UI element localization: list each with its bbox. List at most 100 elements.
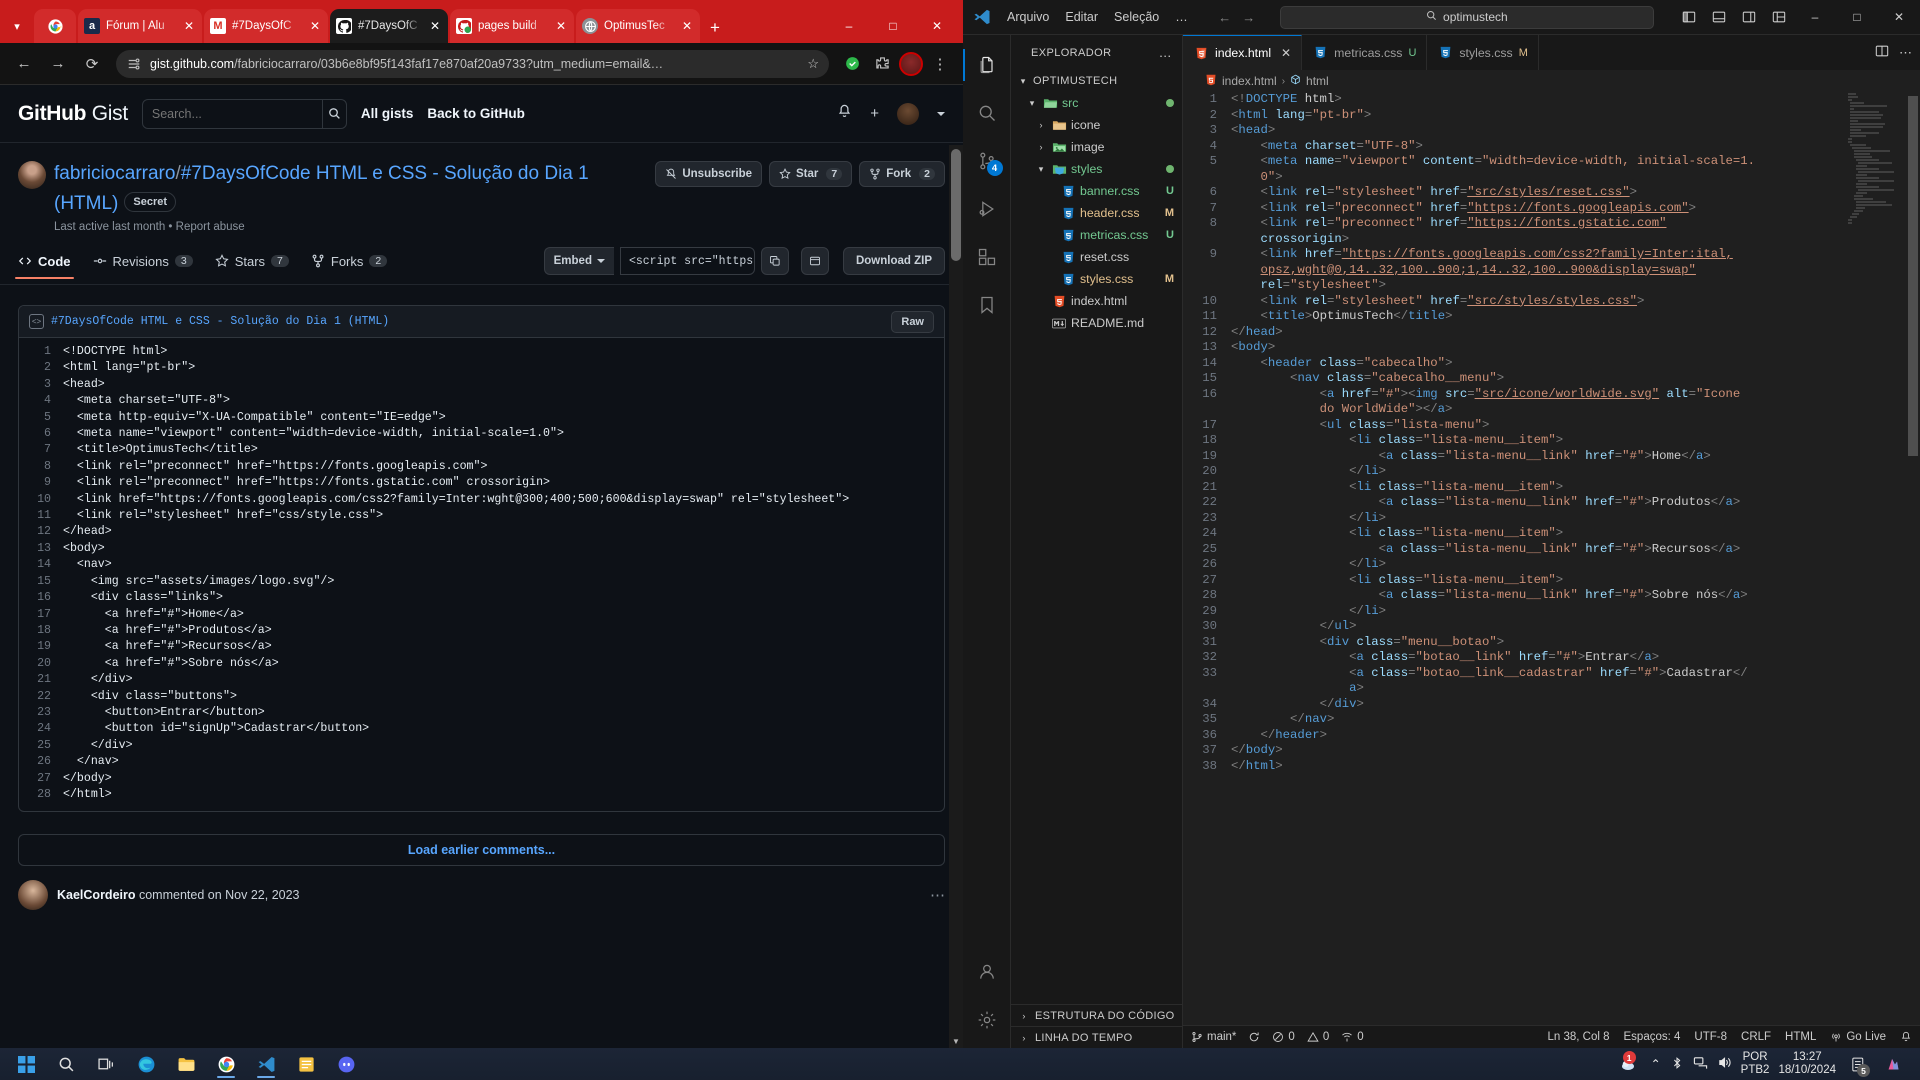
tray-weather-icon[interactable]: 1 <box>1614 1048 1642 1080</box>
page-scrollbar[interactable]: ▲ ▼ <box>949 145 963 1048</box>
customize-layout-icon[interactable] <box>1764 2 1794 32</box>
tree-item-banner-css[interactable]: banner.css U <box>1011 180 1182 202</box>
tree-item-image[interactable]: › image <box>1011 136 1182 158</box>
menu-selecao[interactable]: Seleção <box>1106 7 1167 27</box>
tray-volume-icon[interactable] <box>1717 1055 1732 1073</box>
create-new-icon[interactable]: + <box>870 105 879 122</box>
taskbar-discord-icon[interactable] <box>326 1048 366 1080</box>
extensions-icon[interactable] <box>869 50 895 78</box>
more-actions-icon[interactable]: ⋯ <box>1899 45 1912 61</box>
embed-snippet-field[interactable]: <script src="https://g <box>619 247 755 275</box>
pocket-extension-icon[interactable] <box>839 50 865 78</box>
tree-item-styles[interactable]: ▾ styles <box>1011 158 1182 180</box>
browser-tab-3[interactable]: pages build ✕ <box>450 9 574 43</box>
breadcrumb-file[interactable]: index.html <box>1222 74 1277 88</box>
menu-more[interactable]: … <box>1167 7 1196 27</box>
chevron-down-icon[interactable] <box>937 111 945 116</box>
gist-file-name[interactable]: #7DaysOfCode HTML e CSS - Solução do Dia… <box>51 315 389 328</box>
panel-left-icon[interactable] <box>1674 2 1704 32</box>
tray-clock[interactable]: 13:27 18/10/2024 <box>1778 1051 1836 1077</box>
chrome-menu-icon[interactable]: ⋮ <box>927 50 953 78</box>
tab-stars[interactable]: Stars 7 <box>215 254 289 278</box>
tree-item-src[interactable]: ▾ src <box>1011 92 1182 114</box>
panel-right-icon[interactable] <box>1734 2 1764 32</box>
gist-owner-link[interactable]: fabriciocarraro <box>54 163 175 184</box>
split-editor-icon[interactable] <box>1875 44 1889 61</box>
gist-logo[interactable]: GitHub Gist <box>18 102 128 126</box>
share-icon[interactable] <box>800 247 829 275</box>
tree-item-styles-css[interactable]: styles.css M <box>1011 268 1182 290</box>
taskbar-task-view-icon[interactable] <box>86 1048 126 1080</box>
gist-search-box[interactable] <box>141 98 347 129</box>
status-eol[interactable]: CRLF <box>1741 1031 1771 1043</box>
tree-item-header-css[interactable]: header.css M <box>1011 202 1182 224</box>
raw-button[interactable]: Raw <box>891 310 934 333</box>
browser-tab-2[interactable]: #7DaysOfC ✕ <box>330 9 448 43</box>
status-remote[interactable]: main* <box>1191 1031 1236 1043</box>
tree-item-reset-css[interactable]: reset.css <box>1011 246 1182 268</box>
section-estrutura-do-codigo[interactable]: › ESTRUTURA DO CÓDIGO <box>1011 1004 1182 1026</box>
explorer-more-icon[interactable]: … <box>1159 45 1172 60</box>
reload-icon[interactable]: ⟳ <box>78 50 106 78</box>
gist-owner-avatar[interactable] <box>18 161 46 189</box>
activity-source-control-icon[interactable]: 4 <box>963 137 1011 185</box>
status-errors[interactable]: 0 <box>1272 1031 1295 1043</box>
vscode-command-bar[interactable]: optimustech <box>1279 5 1654 29</box>
scrollbar-thumb[interactable] <box>1908 96 1918 456</box>
chevron-down-icon[interactable]: ▾ <box>1035 164 1047 175</box>
chevron-down-icon[interactable]: ▾ <box>1017 76 1029 87</box>
section-linha-do-tempo[interactable]: › LINHA DO TEMPO <box>1011 1026 1182 1048</box>
chrome-home-tab[interactable] <box>34 9 76 43</box>
back-to-github-link[interactable]: Back to GitHub <box>427 106 525 121</box>
editor-scrollbar[interactable] <box>1906 92 1920 1025</box>
comment-more-icon[interactable]: ⋯ <box>930 886 945 904</box>
taskbar-file-explorer-icon[interactable] <box>166 1048 206 1080</box>
chrome-profile-avatar[interactable] <box>899 51 923 76</box>
chevron-right-icon[interactable]: › <box>1035 120 1047 130</box>
taskbar-chrome-icon[interactable] <box>206 1048 246 1080</box>
all-gists-link[interactable]: All gists <box>361 106 414 121</box>
tab-search-chevron-icon[interactable]: ▾ <box>2 9 32 43</box>
status-language-mode[interactable]: HTML <box>1785 1031 1816 1043</box>
browser-tab-0[interactable]: a Fórum | Alu ✕ <box>78 9 202 43</box>
status-encoding[interactable]: UTF-8 <box>1694 1031 1727 1043</box>
browser-tab-4[interactable]: OptimusTec ✕ <box>576 9 700 43</box>
tab-close-icon[interactable]: ✕ <box>182 19 196 33</box>
fork-button[interactable]: Fork 2 <box>859 161 945 187</box>
tray-language-indicator[interactable]: POR PTB2 <box>1741 1051 1770 1077</box>
taskbar-vscode-icon[interactable] <box>246 1048 286 1080</box>
vscode-minimize-button[interactable]: – <box>1794 0 1836 34</box>
browser-close-button[interactable]: ✕ <box>915 11 959 41</box>
activity-bookmarks-icon[interactable] <box>963 281 1011 329</box>
taskbar-edge-icon[interactable] <box>126 1048 166 1080</box>
activity-explorer-icon[interactable] <box>962 41 1011 89</box>
tab-revisions[interactable]: Revisions 3 <box>93 254 193 278</box>
breadcrumb-symbol[interactable]: html <box>1306 74 1329 88</box>
tab-close-icon[interactable]: ✕ <box>308 19 322 33</box>
copy-icon[interactable] <box>760 247 789 275</box>
tab-close-icon[interactable]: ✕ <box>554 19 568 33</box>
browser-minimize-button[interactable]: – <box>827 11 871 41</box>
forward-icon[interactable]: → <box>44 50 72 78</box>
embed-select[interactable]: Embed <box>543 247 614 275</box>
tab-close-icon[interactable]: ✕ <box>680 19 694 33</box>
site-settings-icon[interactable] <box>126 56 142 72</box>
minimap[interactable] <box>1844 92 1906 1025</box>
vscode-maximize-button[interactable]: □ <box>1836 0 1878 34</box>
tray-copilot-icon[interactable] <box>1880 1048 1906 1080</box>
vscode-back-icon[interactable]: ← <box>1214 6 1236 28</box>
status-warnings[interactable]: 0 <box>1307 1031 1329 1043</box>
status-indentation[interactable]: Espaços: 4 <box>1624 1031 1681 1043</box>
tab-close-icon[interactable]: ✕ <box>1281 46 1291 60</box>
tray-bluetooth-icon[interactable] <box>1670 1056 1684 1073</box>
status-sync-icon[interactable] <box>1248 1031 1260 1043</box>
browser-tab-1[interactable]: M #7DaysOfC ✕ <box>204 9 328 43</box>
status-cursor-position[interactable]: Ln 38, Col 8 <box>1548 1031 1610 1043</box>
code-editor[interactable]: 1 <!DOCTYPE html> 2 <html lang="pt-br"> 3 <he… <box>1183 92 1920 1025</box>
tree-item-icone[interactable]: › icone <box>1011 114 1182 136</box>
activity-settings-gear-icon[interactable] <box>963 996 1011 1044</box>
taskbar-start-button[interactable] <box>6 1048 46 1080</box>
tab-forks[interactable]: Forks 2 <box>311 254 388 278</box>
back-icon[interactable]: ← <box>10 50 38 78</box>
panel-bottom-icon[interactable] <box>1704 2 1734 32</box>
